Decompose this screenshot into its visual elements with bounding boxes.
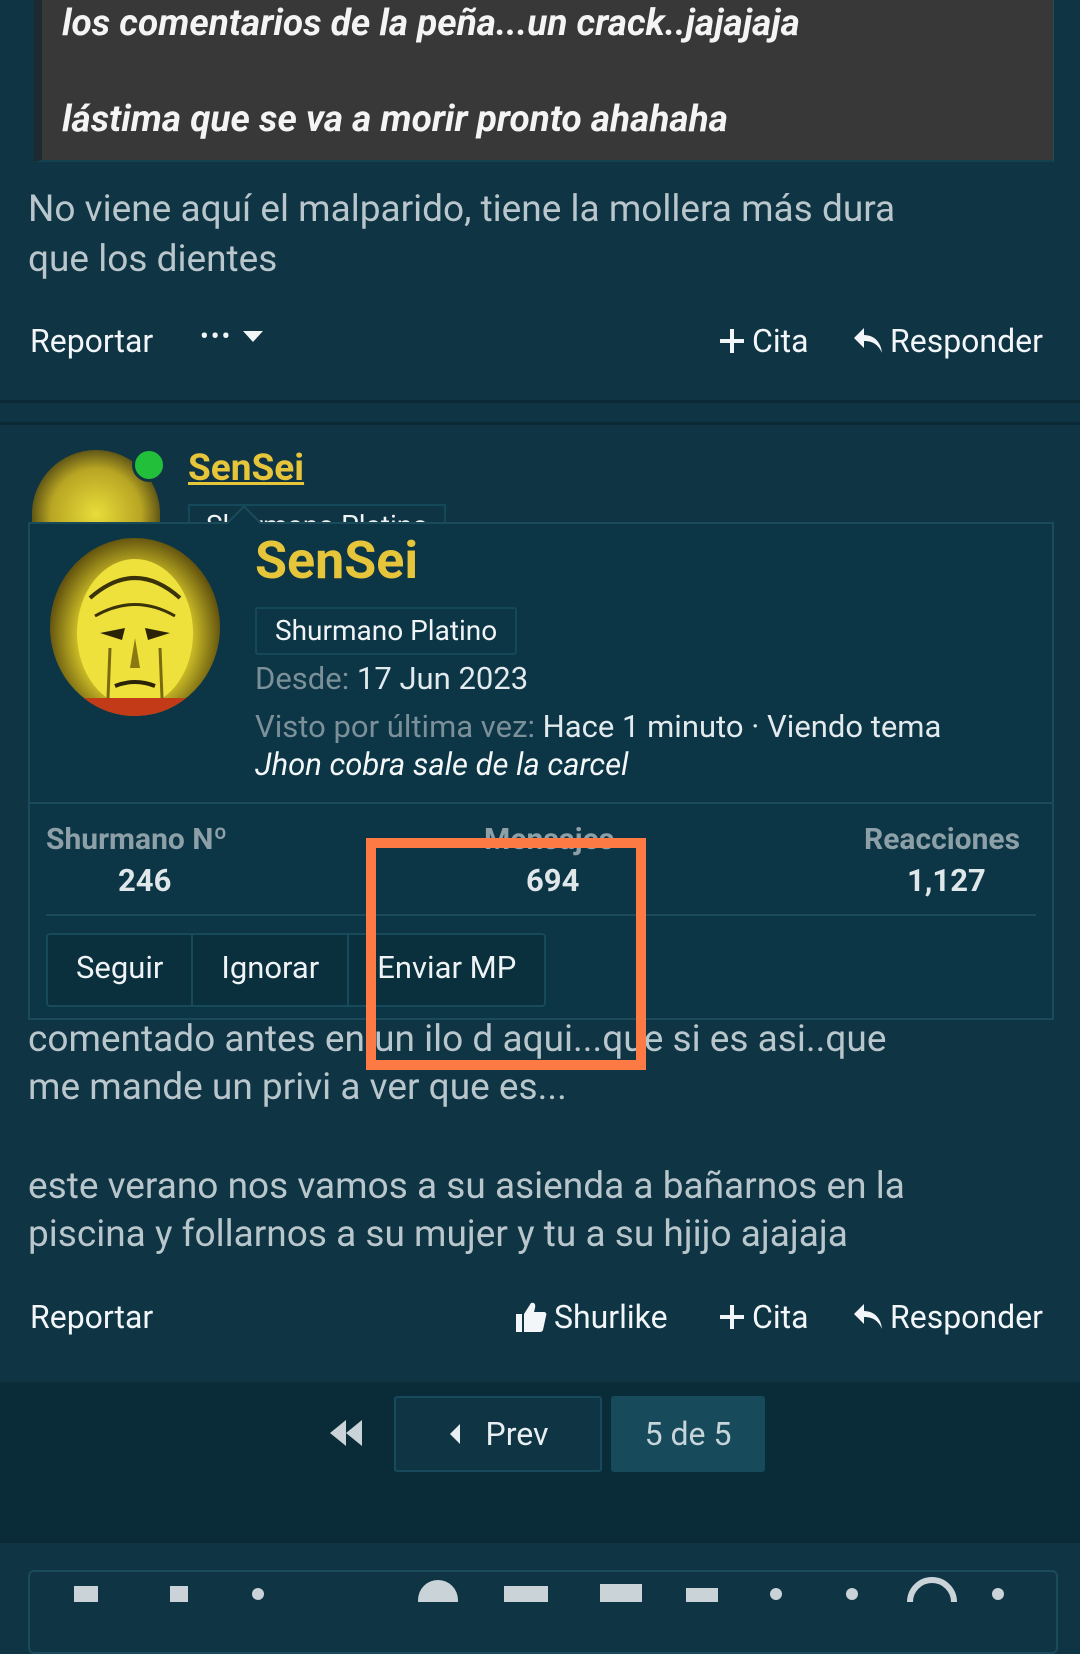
quote-label: Cita: [752, 322, 809, 360]
caret-left-icon: [449, 1424, 460, 1444]
last-seen-value: Hace 1 minuto · Viendo tema: [542, 708, 942, 745]
stat-reactions-label: Reacciones: [864, 822, 1021, 857]
stat-member-number-value: 246: [118, 862, 172, 899]
since-value: 17 Jun 2023: [356, 660, 529, 697]
post2-text-line-4: piscina y follarnos a su mujer y tu a su…: [28, 1213, 848, 1256]
reply-button[interactable]: Responder: [852, 322, 1043, 360]
footer-separator: [0, 1540, 1080, 1543]
report-label: Reportar: [30, 322, 154, 360]
quote-line-1: los comentarios de la peña...un crack..j…: [62, 2, 800, 45]
report-label: Reportar: [30, 1298, 154, 1336]
quote-label: Cita: [752, 1298, 809, 1336]
ignore-button[interactable]: Ignorar: [193, 935, 350, 1005]
page-indicator[interactable]: 5 de 5: [611, 1396, 765, 1472]
post2-reply-button[interactable]: Responder: [852, 1298, 1043, 1336]
post2-report-link[interactable]: Reportar: [30, 1298, 153, 1336]
like-button[interactable]: Shurlike: [514, 1298, 668, 1336]
member-name[interactable]: SenSei: [255, 530, 418, 591]
last-seen-label: Visto por última vez:: [255, 708, 535, 745]
first-page-button[interactable]: [328, 1418, 366, 1452]
reply-label: Responder: [890, 322, 1043, 360]
quote-button[interactable]: Cita: [718, 322, 808, 360]
post-separator: [0, 400, 1080, 403]
post1-text-line-2: que los dientes: [28, 238, 278, 281]
viewing-thread-link[interactable]: Jhon cobra sale de la carcel: [255, 746, 628, 783]
prev-page-button[interactable]: Prev: [394, 1396, 602, 1472]
reply-label: Responder: [890, 1298, 1043, 1336]
post2-text-line-3: este verano nos vamos a su asienda a bañ…: [28, 1165, 905, 1208]
more-label: •••: [200, 322, 233, 352]
highlight-box: [366, 838, 646, 1070]
member-rank-badge: Shurmano Platino: [255, 607, 518, 655]
follow-button[interactable]: Seguir: [48, 935, 194, 1005]
reply-icon: [854, 1304, 882, 1329]
report-link[interactable]: Reportar: [30, 322, 153, 360]
reply-icon: [854, 328, 882, 353]
post1-text-line-1: No viene aquí el malparido, tiene la mol…: [28, 188, 896, 231]
more-menu-button[interactable]: •••: [200, 322, 270, 352]
stat-member-number-label: Shurmano Nº: [46, 822, 228, 857]
popup-divider: [28, 802, 1054, 804]
since-label: Desde:: [255, 660, 350, 697]
caret-down-icon: [243, 331, 264, 342]
editor-toolbar-icons: [74, 1577, 1004, 1602]
member-since: Desde: 17 Jun 2023: [255, 660, 528, 697]
reply-editor[interactable]: [28, 1570, 1058, 1654]
post2-quote-button[interactable]: Cita: [718, 1298, 808, 1336]
plus-icon: [720, 1305, 744, 1329]
prev-label: Prev: [485, 1415, 549, 1453]
post2-text-line-2: me mande un privi a ver que es...: [28, 1066, 567, 1109]
member-avatar[interactable]: [50, 538, 220, 716]
online-indicator: [132, 448, 166, 482]
post2-username-link[interactable]: SenSei: [188, 447, 304, 490]
stat-reactions-value: 1,127: [907, 862, 986, 899]
like-label: Shurlike: [554, 1298, 668, 1336]
plus-icon: [720, 329, 744, 353]
quote-line-2: lástima que se va a morir pronto ahahaha: [62, 98, 728, 141]
thumbs-up-icon: [516, 1302, 547, 1332]
avatar-face-icon: [50, 559, 220, 716]
double-chevron-left-icon: [330, 1420, 362, 1446]
member-last-seen: Visto por última vez: Hace 1 minuto · Vi…: [255, 708, 941, 745]
